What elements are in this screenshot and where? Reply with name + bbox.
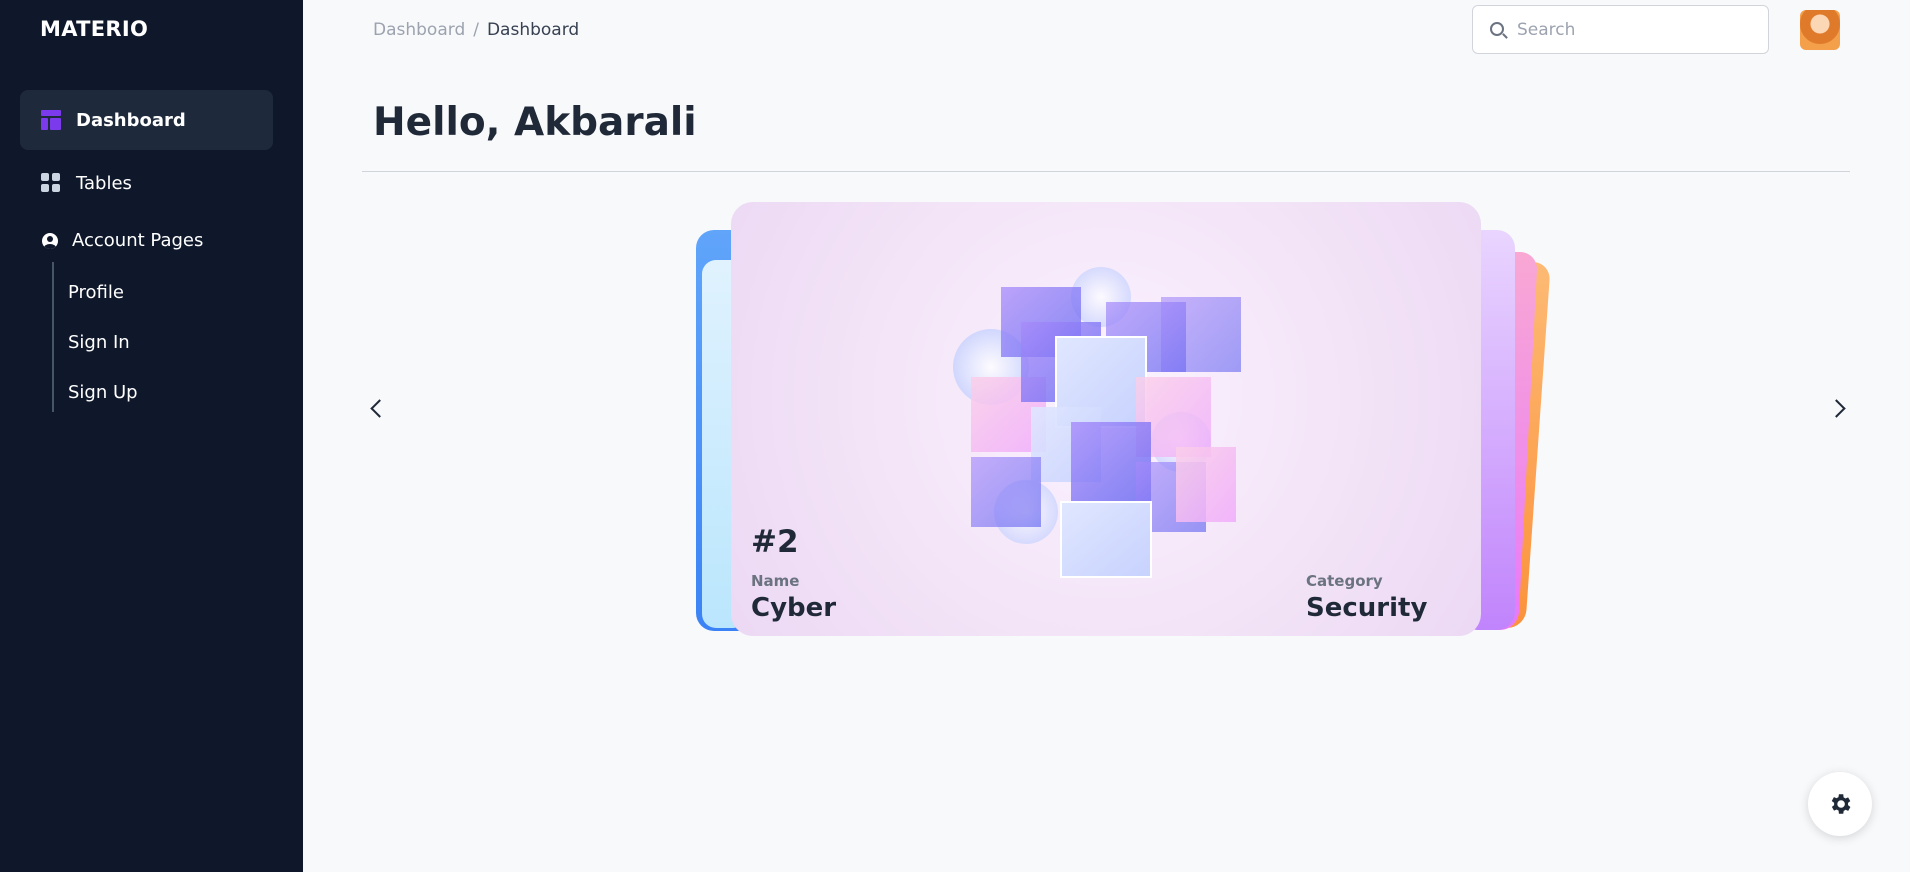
grid-icon (41, 173, 61, 193)
sidebar-item-label: Tables (76, 172, 132, 194)
sidebar: MATERIO Dashboard Tables Account Pages P… (0, 0, 303, 872)
sidebar-item-tables[interactable]: Tables (20, 153, 273, 213)
sidebar-subitem-profile[interactable]: Profile (68, 282, 124, 303)
breadcrumb-current: Dashboard (486, 20, 580, 40)
brand-logo[interactable]: MATERIO (40, 17, 148, 41)
sidebar-subitem-sign-in[interactable]: Sign In (68, 332, 130, 353)
gear-icon (1831, 794, 1851, 814)
sidebar-item-label: Account Pages (72, 230, 204, 251)
dashboard-icon (41, 110, 61, 130)
carousel-card-active[interactable]: #2 Name Cyber Category Security (731, 202, 1481, 636)
card-category-label: Category (1306, 572, 1383, 590)
sidebar-item-dashboard[interactable]: Dashboard (20, 90, 273, 150)
divider (362, 171, 1850, 172)
app: MATERIO Dashboard Tables Account Pages P… (0, 0, 1910, 872)
card-name-value: Cyber (751, 593, 837, 623)
card-rank: #2 (751, 524, 799, 560)
sidebar-item-account-pages[interactable]: Account Pages (42, 230, 203, 251)
page-title: Hello, Akbarali (373, 100, 697, 145)
settings-button[interactable] (1808, 772, 1872, 836)
breadcrumb: Dashboard / Dashboard (373, 20, 579, 40)
search-input[interactable] (1517, 19, 1747, 40)
carousel-prev-button[interactable] (364, 396, 388, 420)
card-name-label: Name (751, 572, 800, 590)
subnav-line (52, 262, 54, 412)
breadcrumb-separator: / (473, 20, 479, 40)
cube-illustration (953, 267, 1241, 578)
search-box[interactable] (1472, 5, 1769, 54)
breadcrumb-item[interactable]: Dashboard (373, 20, 465, 40)
avatar[interactable] (1800, 10, 1840, 50)
user-circle-icon (42, 232, 58, 249)
search-icon (1490, 22, 1504, 36)
card-category-value: Security (1306, 593, 1428, 623)
sidebar-subitem-sign-up[interactable]: Sign Up (68, 382, 138, 403)
sidebar-item-label: Dashboard (76, 109, 186, 131)
carousel-next-button[interactable] (1828, 396, 1852, 420)
